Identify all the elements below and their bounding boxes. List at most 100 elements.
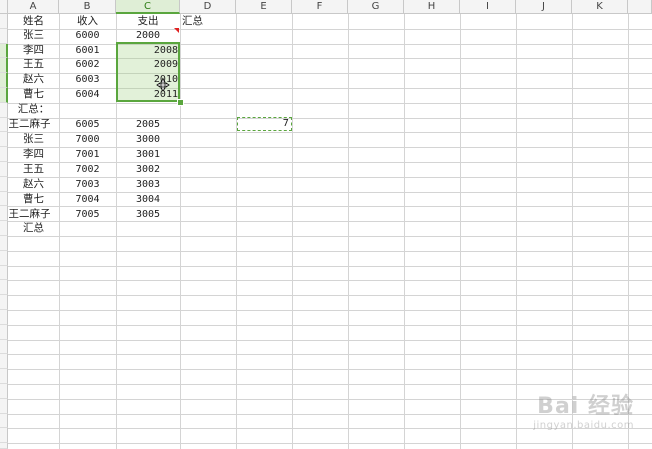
row-header[interactable]: [0, 428, 8, 443]
row-header[interactable]: [0, 340, 8, 354]
row-header[interactable]: [0, 192, 8, 206]
row-header[interactable]: [0, 44, 8, 58]
cell-c12[interactable]: 3003: [116, 177, 180, 192]
gridline-horizontal: [8, 443, 652, 444]
cell-d1[interactable]: 汇总: [180, 14, 236, 29]
row-header[interactable]: [0, 29, 8, 44]
row-header[interactable]: [0, 295, 8, 310]
cell-c5[interactable]: 2010: [116, 72, 180, 87]
cell-b11[interactable]: 7002: [59, 162, 116, 177]
column-header-c[interactable]: C: [116, 0, 180, 14]
row-header[interactable]: [0, 369, 8, 384]
cell-a4[interactable]: 王五: [8, 57, 59, 72]
gridline-horizontal: [8, 236, 652, 237]
cell-a6[interactable]: 曹七: [8, 87, 59, 102]
cell-a7[interactable]: 汇总：: [8, 102, 59, 117]
cell-c6[interactable]: 2011: [116, 87, 180, 102]
column-header-overflow[interactable]: [628, 0, 652, 14]
cell-a11[interactable]: 王五: [8, 162, 59, 177]
column-header-e[interactable]: E: [236, 0, 292, 14]
gridline-horizontal: [8, 340, 652, 341]
cell-c13[interactable]: 3004: [116, 192, 180, 207]
gridline-horizontal: [8, 266, 652, 267]
cell-c3[interactable]: 2008: [116, 43, 180, 58]
cell-e8: 7: [282, 118, 289, 129]
column-header-f[interactable]: F: [292, 0, 348, 14]
cell-a14[interactable]: 王二麻子: [0, 207, 59, 222]
column-header-j[interactable]: J: [516, 0, 572, 14]
cell-a9[interactable]: 张三: [8, 132, 59, 147]
cell-a10[interactable]: 李四: [8, 147, 59, 162]
cell-b1[interactable]: 收入: [59, 14, 116, 29]
cell-a5[interactable]: 赵六: [8, 72, 59, 87]
column-header-d[interactable]: D: [180, 0, 236, 14]
row-header[interactable]: [0, 399, 8, 414]
row-header[interactable]: [0, 251, 8, 266]
cell-c9[interactable]: 3000: [116, 132, 180, 147]
column-header-h[interactable]: H: [404, 0, 460, 14]
gridline-horizontal: [8, 251, 652, 252]
fill-handle[interactable]: [177, 99, 184, 106]
cell-c10[interactable]: 3001: [116, 147, 180, 162]
column-header-b[interactable]: B: [59, 0, 116, 14]
row-header[interactable]: [0, 310, 8, 325]
row-header[interactable]: [0, 354, 8, 369]
gridline-horizontal: [8, 354, 652, 355]
cell-a3[interactable]: 李四: [8, 43, 59, 58]
column-header-k[interactable]: K: [572, 0, 628, 14]
cell-c1[interactable]: 支出: [116, 14, 180, 29]
cell-c4[interactable]: 2009: [116, 57, 180, 72]
cell-a8[interactable]: 王二麻子: [0, 117, 59, 132]
cell-a13[interactable]: 曹七: [8, 192, 59, 207]
row-header[interactable]: [0, 58, 8, 73]
row-header[interactable]: [0, 103, 8, 118]
gridline-horizontal: [8, 103, 652, 104]
cell-b9[interactable]: 7000: [59, 132, 116, 147]
column-header-g[interactable]: G: [348, 0, 404, 14]
row-header[interactable]: [0, 325, 8, 340]
row-header[interactable]: [0, 162, 8, 177]
gridline-horizontal: [8, 310, 652, 311]
cell-b14[interactable]: 7005: [59, 207, 116, 222]
cell-b2[interactable]: 6000: [59, 28, 116, 43]
cell-c14[interactable]: 3005: [116, 207, 180, 222]
cell-b8[interactable]: 6005: [59, 117, 116, 132]
row-header[interactable]: [0, 384, 8, 399]
row-header[interactable]: [0, 14, 8, 29]
spreadsheet[interactable]: A B C D E F G H I J K 姓名 收入 支出 汇总 张三 600…: [0, 0, 652, 449]
row-header[interactable]: [0, 280, 8, 295]
row-header[interactable]: [0, 236, 8, 251]
cell-c2[interactable]: 2000: [116, 28, 180, 43]
gridline-horizontal: [8, 280, 652, 281]
row-header[interactable]: [0, 177, 8, 192]
row-header[interactable]: [0, 414, 8, 428]
cell-a2[interactable]: 张三: [8, 28, 59, 43]
cell-b13[interactable]: 7004: [59, 192, 116, 207]
select-all-corner[interactable]: [0, 0, 8, 14]
row-header[interactable]: [0, 88, 8, 103]
row-header[interactable]: [0, 443, 8, 449]
cell-b5[interactable]: 6003: [59, 72, 116, 87]
cell-b6[interactable]: 6004: [59, 87, 116, 102]
row-header[interactable]: [0, 221, 8, 236]
cell-b3[interactable]: 6001: [59, 43, 116, 58]
gridline-horizontal: [8, 325, 652, 326]
column-header-i[interactable]: I: [460, 0, 516, 14]
cell-c11[interactable]: 3002: [116, 162, 180, 177]
row-header[interactable]: [0, 73, 8, 88]
watermark-sub: jingyan.baidu.com: [533, 420, 634, 431]
cell-b10[interactable]: 7001: [59, 147, 116, 162]
copy-marquee-cell-e8[interactable]: 7: [237, 117, 292, 131]
cell-a15[interactable]: 汇总: [8, 221, 59, 236]
row-header[interactable]: [0, 266, 8, 280]
cell-b4[interactable]: 6002: [59, 57, 116, 72]
watermark-main: Bai 经验: [537, 394, 634, 419]
row-header[interactable]: [0, 132, 8, 147]
row-header[interactable]: [0, 147, 8, 162]
cell-a12[interactable]: 赵六: [8, 177, 59, 192]
cell-c8[interactable]: 2005: [116, 117, 180, 132]
gridline-horizontal: [8, 369, 652, 370]
column-header-a[interactable]: A: [8, 0, 59, 14]
cell-b12[interactable]: 7003: [59, 177, 116, 192]
cell-a1[interactable]: 姓名: [8, 14, 59, 29]
